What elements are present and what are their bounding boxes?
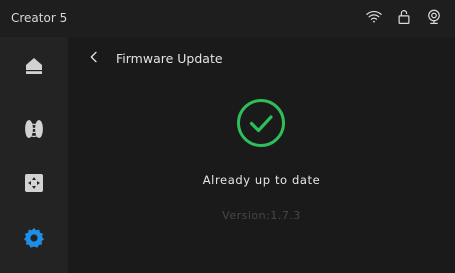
sidebar-item-move[interactable] (0, 157, 68, 212)
sidebar (0, 37, 68, 273)
status-bar: Creator 5 (0, 0, 455, 37)
filament-spool-icon (22, 117, 46, 145)
sidebar-item-home[interactable] (0, 40, 68, 95)
firmware-update-page: Firmware Update Already up to date Versi… (68, 37, 455, 273)
wifi-icon (365, 8, 383, 30)
back-button[interactable] (82, 47, 106, 71)
update-status-text: Already up to date (202, 173, 321, 187)
app-title: Creator 5 (11, 11, 68, 25)
sidebar-item-filament[interactable] (0, 103, 68, 158)
firmware-version: Version:1.7.3 (222, 209, 301, 222)
sidebar-item-settings[interactable] (0, 212, 68, 267)
lock-icon[interactable] (395, 8, 413, 30)
chevron-left-icon (86, 49, 102, 69)
move-controls-icon (22, 171, 46, 199)
home-icon (22, 54, 46, 82)
page-title: Firmware Update (116, 51, 223, 66)
gear-icon (22, 226, 46, 254)
check-circle-icon (235, 97, 287, 149)
status-icons (365, 8, 443, 30)
camera-icon[interactable] (425, 8, 443, 30)
